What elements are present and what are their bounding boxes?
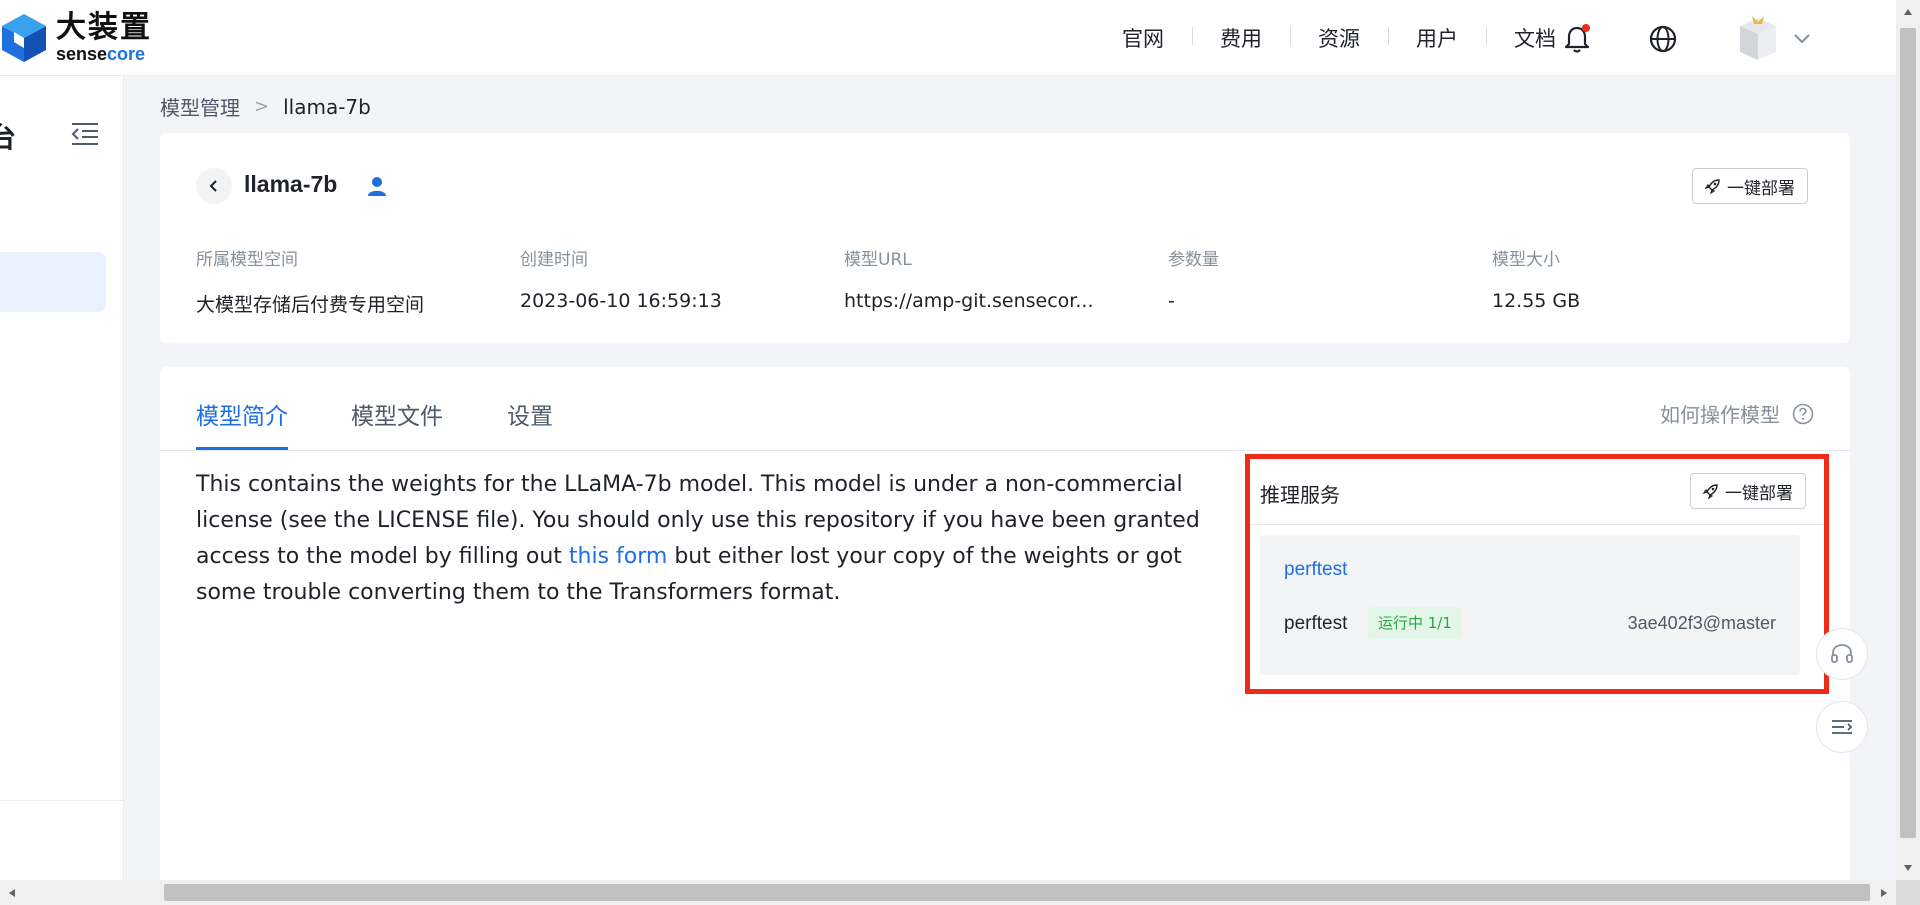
scroll-left-arrow-icon[interactable] <box>0 880 24 905</box>
service-card: perftest perftest 运行中 1/1 3ae402f3@maste… <box>1260 535 1800 675</box>
meta-label: 模型URL <box>844 250 912 270</box>
horizontal-scrollbar[interactable] <box>0 880 1920 905</box>
tab-settings[interactable]: 设置 <box>507 397 553 431</box>
sidebar: 台 <box>0 76 124 886</box>
deploy-label: 一键部署 <box>1727 178 1795 199</box>
meta-value[interactable]: https://amp-git.sensecor... <box>844 290 1168 312</box>
rocket-icon <box>1705 179 1720 194</box>
scroll-down-arrow-icon[interactable] <box>1896 856 1920 880</box>
sidebar-title: 台 <box>0 121 17 154</box>
form-link[interactable]: this form <box>569 544 667 569</box>
rocket-icon <box>1703 484 1718 499</box>
logo-cn-text: 大装置 <box>56 10 152 45</box>
service-commit-ref: 3ae402f3@master <box>1627 613 1776 633</box>
back-button[interactable] <box>196 168 232 204</box>
readme-text: This contains the weights for the LLaMA-… <box>196 472 1200 605</box>
logo-cube-icon <box>2 14 46 62</box>
breadcrumb-model-management[interactable]: 模型管理 <box>160 92 240 121</box>
list-indent-icon <box>1832 720 1853 734</box>
nav-item-official-site[interactable]: 官网 <box>1094 23 1192 53</box>
meta-value: - <box>1168 290 1175 312</box>
inference-deploy-button[interactable]: 一键部署 <box>1690 473 1806 509</box>
nav-item-billing[interactable]: 费用 <box>1192 23 1290 53</box>
logo-en-text: sensecore <box>56 44 146 64</box>
one-click-deploy-button[interactable]: 一键部署 <box>1692 168 1808 204</box>
question-icon <box>1792 403 1814 424</box>
scrollbar-corner <box>1896 880 1920 905</box>
model-title: llama-7b <box>244 171 338 197</box>
meta-label: 创建时间 <box>520 250 588 270</box>
meta-model-size: 模型大小 12.55 GB <box>1492 245 1816 317</box>
support-float-button[interactable] <box>1816 628 1868 680</box>
meta-created-time: 创建时间 2023-06-10 16:59:13 <box>520 245 844 317</box>
meta-model-space: 所属模型空间 大模型存储后付费专用空间 <box>196 245 520 317</box>
vertical-scroll-thumb[interactable] <box>1900 28 1916 838</box>
tab-model-files[interactable]: 模型文件 <box>351 397 443 431</box>
horizontal-scroll-thumb[interactable] <box>164 884 1870 901</box>
meta-value: 2023-06-10 16:59:13 <box>520 290 722 312</box>
inference-header: 推理服务 一键部署 <box>1250 459 1824 525</box>
model-info-card: llama-7b 一键部署 所属模型空间 大模型存储后付费专用空间 创建时间 2… <box>160 133 1850 343</box>
user-icon <box>368 177 386 196</box>
chevron-down-icon[interactable] <box>1792 28 1812 48</box>
vertical-scrollbar[interactable] <box>1896 0 1920 880</box>
breadcrumb-current: llama-7b <box>283 94 371 119</box>
chevron-left-icon <box>209 180 217 192</box>
sidebar-divider <box>0 800 124 801</box>
model-meta-grid: 所属模型空间 大模型存储后付费专用空间 创建时间 2023-06-10 16:5… <box>196 245 1816 317</box>
status-badge: 运行中 1/1 <box>1368 607 1462 639</box>
breadcrumb: 模型管理 > llama-7b <box>160 92 371 121</box>
tab-model-intro[interactable]: 模型简介 <box>196 397 288 450</box>
inference-title: 推理服务 <box>1260 483 1340 507</box>
meta-label: 模型大小 <box>1492 250 1560 270</box>
scroll-up-arrow-icon[interactable] <box>1896 0 1920 24</box>
model-content-card: 模型简介 模型文件 设置 如何操作模型 This contains the we… <box>160 367 1850 887</box>
nav-item-users[interactable]: 用户 <box>1388 23 1486 53</box>
top-bar: 大装置 sensecore 官网 费用 资源 用户 文档 <box>0 0 1896 76</box>
top-nav: 官网 费用 资源 用户 文档 <box>1094 0 1584 76</box>
deploy-label: 一键部署 <box>1725 483 1793 504</box>
service-name: perftest <box>1284 613 1348 634</box>
model-tabs: 模型简介 模型文件 设置 如何操作模型 <box>160 367 1850 451</box>
avatar[interactable] <box>1736 14 1780 62</box>
meta-model-url: 模型URL https://amp-git.sensecor... <box>844 245 1168 317</box>
sidebar-item-active[interactable] <box>0 252 106 312</box>
sensecore-logo[interactable]: 大装置 sensecore <box>0 10 152 66</box>
inference-service-panel: 推理服务 一键部署 perftest perftest 运行中 1/1 3ae4… <box>1245 454 1829 694</box>
breadcrumb-separator: > <box>254 96 270 117</box>
headset-icon <box>1831 644 1853 663</box>
service-link[interactable]: perftest <box>1284 559 1347 581</box>
collapse-menu-icon[interactable] <box>70 120 100 148</box>
scroll-right-arrow-icon[interactable] <box>1872 880 1896 905</box>
meta-value: 12.55 GB <box>1492 290 1581 312</box>
meta-label: 所属模型空间 <box>196 250 298 270</box>
meta-params: 参数量 - <box>1168 245 1492 317</box>
globe-icon[interactable] <box>1646 22 1680 56</box>
menu-float-button[interactable] <box>1816 701 1868 753</box>
bell-icon[interactable] <box>1560 22 1594 56</box>
nav-item-resources[interactable]: 资源 <box>1290 23 1388 53</box>
meta-value: 大模型存储后付费专用空间 <box>196 294 425 316</box>
meta-label: 参数量 <box>1168 250 1219 270</box>
help-link[interactable]: 如何操作模型 <box>1660 399 1814 428</box>
help-label: 如何操作模型 <box>1660 403 1780 427</box>
